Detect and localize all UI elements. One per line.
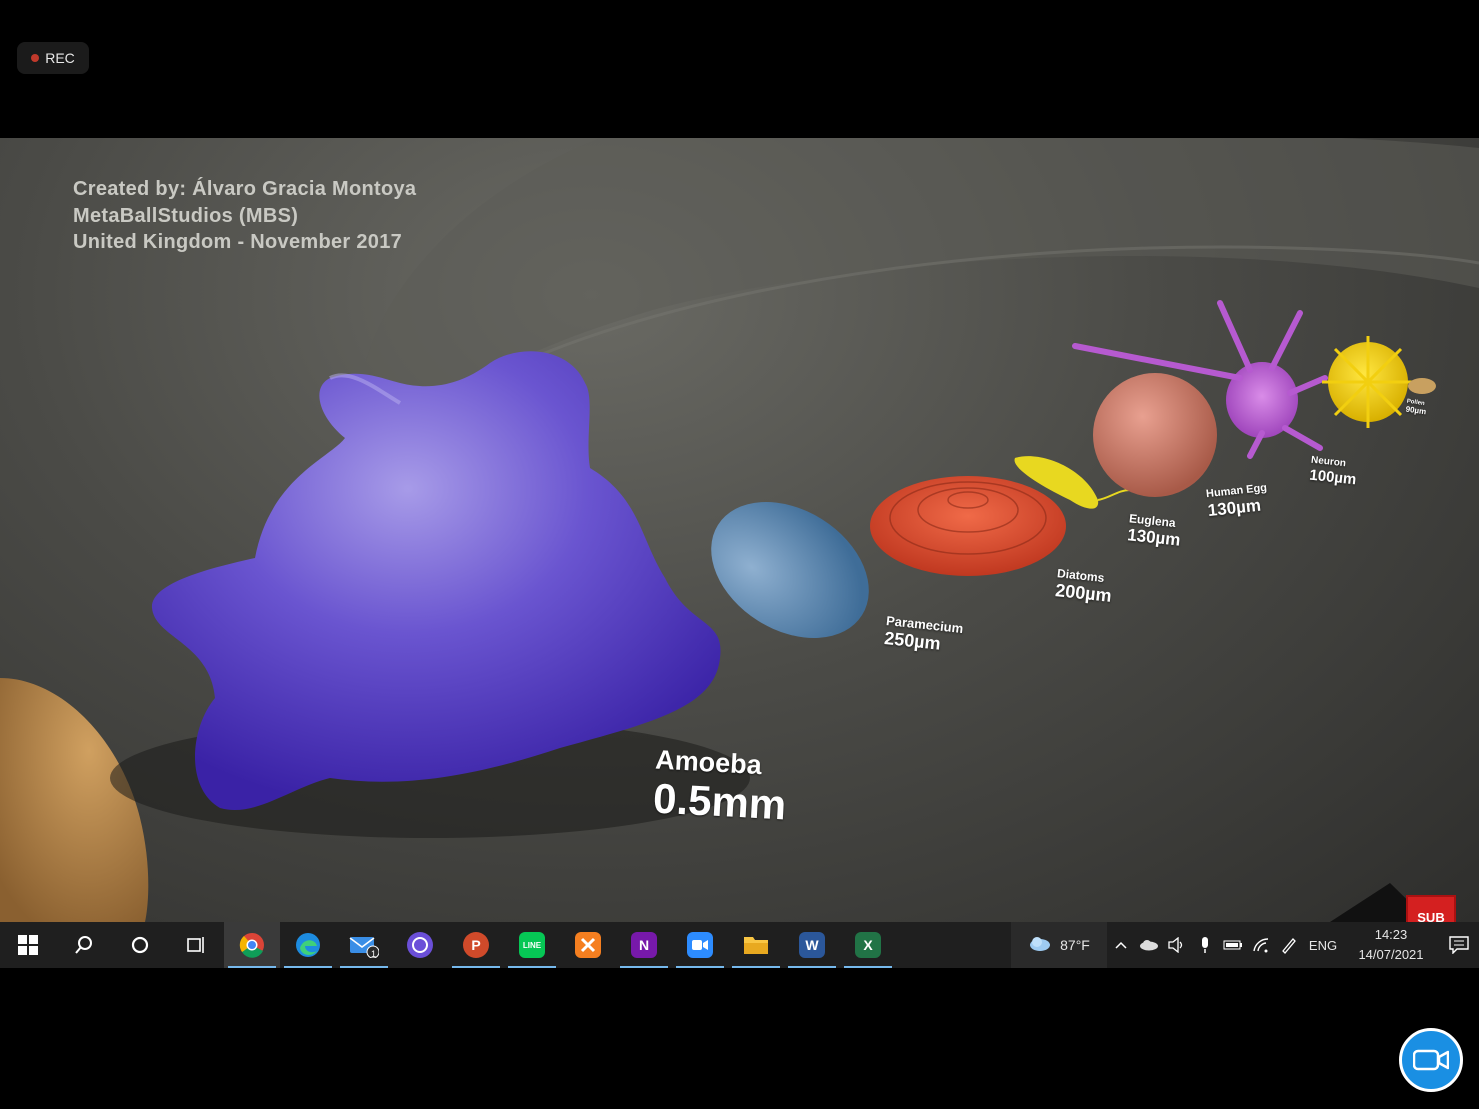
edge-icon (296, 933, 320, 957)
camera-button[interactable] (1399, 1028, 1463, 1092)
volume-button[interactable] (1163, 922, 1191, 968)
credit-line: Created by: Álvaro Gracia Montoya (73, 178, 417, 200)
powerpoint-icon: P (463, 932, 489, 958)
xampp-icon (575, 932, 601, 958)
video-camera-icon (1413, 1049, 1449, 1071)
windows-icon (18, 935, 38, 955)
clock-date: 14/07/2021 (1358, 947, 1424, 962)
taskbar-app-xampp[interactable] (560, 922, 616, 968)
taskbar-app-edge[interactable] (280, 922, 336, 968)
cortana-button[interactable] (112, 922, 168, 968)
microphone-icon (1202, 937, 1208, 953)
start-button[interactable] (0, 922, 56, 968)
notification-center-icon (1449, 936, 1469, 954)
zoom-icon (687, 932, 713, 958)
folder-icon (744, 937, 768, 954)
record-dot-icon (31, 54, 40, 62)
video-credits: Created by: Álvaro Gracia Montoya MetaBa… (73, 176, 416, 256)
circle-app-icon (407, 932, 433, 958)
word-icon: W (799, 932, 825, 958)
taskbar-app-cortana[interactable] (392, 922, 448, 968)
video-frame[interactable]: Created by: Álvaro Gracia Montoya MetaBa… (0, 138, 1479, 922)
onedrive-button[interactable] (1135, 922, 1163, 968)
task-view-icon (187, 937, 204, 953)
taskbar-app-word[interactable]: W (784, 922, 840, 968)
label-neuron: Neuron 100µm (1308, 454, 1358, 489)
taskbar-app-line[interactable]: LINE (504, 922, 560, 968)
cloud-rain-icon (1030, 937, 1051, 951)
label-amoeba: Amoeba 0.5mm (652, 744, 788, 829)
pen-icon (1282, 938, 1296, 954)
label-human-egg: Human Egg 130µm (1205, 481, 1268, 521)
taskbar-app-mail[interactable]: 1 (336, 922, 392, 968)
recording-indicator: REC (17, 42, 89, 74)
chrome-icon (239, 933, 264, 958)
show-hidden-icons-button[interactable] (1107, 922, 1135, 968)
line-icon: LINE (519, 932, 545, 958)
clock-time: 14:23 (1374, 927, 1408, 942)
credit-line: MetaBallStudios (MBS) (73, 204, 299, 227)
label-diatoms: Diatoms 200µm (1054, 566, 1113, 606)
label-euglena: Euglena 130µm (1126, 511, 1182, 550)
taskbar-app-excel[interactable]: X (840, 922, 896, 968)
taskbar-app-powerpoint[interactable]: P (448, 922, 504, 968)
taskbar-app-zoom[interactable] (672, 922, 728, 968)
label-pollen: Pollen 90µm (1405, 398, 1427, 417)
clock[interactable]: 14:23 14/07/2021 (1343, 925, 1439, 965)
chevron-up-icon (1115, 941, 1127, 949)
pen-button[interactable] (1275, 922, 1303, 968)
mail-badge-count: 1 (371, 949, 377, 959)
notifications-button[interactable] (1439, 936, 1479, 954)
taskbar-app-onenote[interactable]: N (616, 922, 672, 968)
microphone-button[interactable] (1191, 922, 1219, 968)
credit-line: United Kingdom - November 2017 (73, 231, 403, 253)
excel-icon: X (855, 932, 881, 958)
speaker-icon (1168, 937, 1183, 953)
system-tray: 87°F ENG 14:23 14/07/2021 (1011, 922, 1479, 968)
taskbar-app-chrome[interactable] (224, 922, 280, 968)
battery-button[interactable] (1219, 922, 1247, 968)
language-indicator[interactable]: ENG (1303, 938, 1343, 953)
recording-label: REC (45, 50, 75, 66)
wifi-icon (1253, 938, 1269, 953)
task-view-button[interactable] (168, 922, 224, 968)
onedrive-cloud-icon (1140, 940, 1158, 951)
search-button[interactable] (56, 922, 112, 968)
weather-widget[interactable]: 87°F (1011, 922, 1107, 968)
windows-taskbar: 1 P LINE N W X 87°F ENG 14:23 14/07/2021 (0, 922, 1479, 968)
onenote-icon: N (631, 932, 657, 958)
cortana-icon (131, 936, 149, 954)
taskbar-app-file-explorer[interactable] (728, 922, 784, 968)
search-icon (75, 936, 92, 954)
label-paramecium: Paramecium 250µm (883, 613, 964, 654)
weather-temperature: 87°F (1060, 937, 1090, 953)
battery-icon (1223, 940, 1242, 950)
wifi-button[interactable] (1247, 922, 1275, 968)
